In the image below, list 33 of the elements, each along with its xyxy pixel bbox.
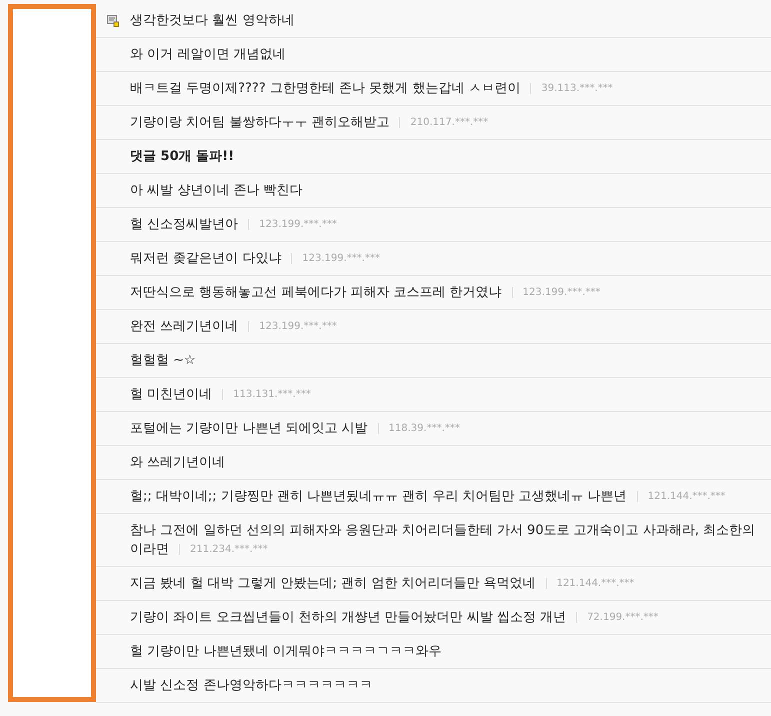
comment-text: 참나 그전에 일하던 선의의 피해자와 응원단과 치어리더들한테 가서 90도로 고개숙이고 사과해라, 최소한의	[130, 522, 756, 540]
ip-address: 113.131.***.***	[222, 389, 311, 400]
comment-text: 생각한것보다 훨씬 영악하네	[130, 12, 294, 30]
ip-address: 121.144.***.***	[636, 491, 726, 502]
comment-text: 와 이거 레알이면 개념없네	[130, 46, 286, 64]
comment-text: 뭐저런 좆같은년이 다있냐	[130, 250, 282, 268]
comment-text: 헐;; 대박이네;; 기량찡만 괜히 나쁜년됬네ㅠㅠ 괜히 우리 치어팀만 고생했네ㅠ 나쁜년	[130, 488, 627, 506]
comment-text: 완전 쓰레기년이네	[130, 318, 238, 336]
ip-address: 210.117.***.***	[399, 117, 488, 128]
ip-address: 123.199.***.***	[248, 321, 337, 332]
comment-text: 헐헐헐 ~☆	[130, 352, 196, 370]
comment-text: 아 씨발 샹년이네 존나 빡친다	[130, 182, 303, 200]
comment-text: 댓글 50개 돌파!!	[130, 148, 234, 166]
ip-address: 123.199.***.***	[248, 219, 337, 230]
comment-text: 헐 신소정씨발년아	[130, 216, 238, 234]
ip-address: 39.113.***.***	[530, 83, 613, 94]
comment-text: 시발 신소정 존나영악하다ㅋㅋㅋㅋㅋㅋㅋ	[130, 677, 372, 695]
comment-text: 배ㅋ트걸 두명이제???? 그한명한테 존나 못했게 했는갑네 ㅅㅂ련이	[130, 80, 520, 98]
comment-text: 기량이 좌이트 오크씹년들이 천하의 개썅년 만들어놨더만 씨발 씹소정 개년	[130, 609, 566, 627]
comment-text: 포털에는 기량이만 나쁜년 되에잇고 시발	[130, 420, 368, 438]
ip-address: 211.234.***.***	[179, 544, 268, 555]
ip-address: 72.199.***.***	[576, 612, 658, 623]
ip-address: 123.199.***.***	[291, 253, 380, 264]
comment-text: 지금 봤네 헐 대박 그렇게 안봤는데; 괜히 엄한 치어리더들만 욕먹었네	[130, 575, 536, 593]
comment-text: 저딴식으로 행동해놓고선 페북에다가 피해자 코스프레 한거였냐	[130, 284, 502, 302]
ip-address: 121.144.***.***	[546, 578, 634, 589]
comment-text: 헐 기량이만 나쁜년됐네 이게뭐야ㅋㅋㅋㅋㄱㅋㅋ와우	[130, 643, 442, 661]
comment-text: 헐 미친년이네	[130, 386, 212, 404]
comment-text: 이라면	[130, 541, 169, 559]
comment-text: 와 쓰레기년이네	[130, 454, 226, 472]
comment-text: 기량이랑 치어팀 불쌍하다ㅜㅜ 괜히오해받고	[130, 114, 390, 132]
ip-address: 123.199.***.***	[512, 287, 600, 298]
ip-address: 118.39.***.***	[378, 423, 460, 434]
